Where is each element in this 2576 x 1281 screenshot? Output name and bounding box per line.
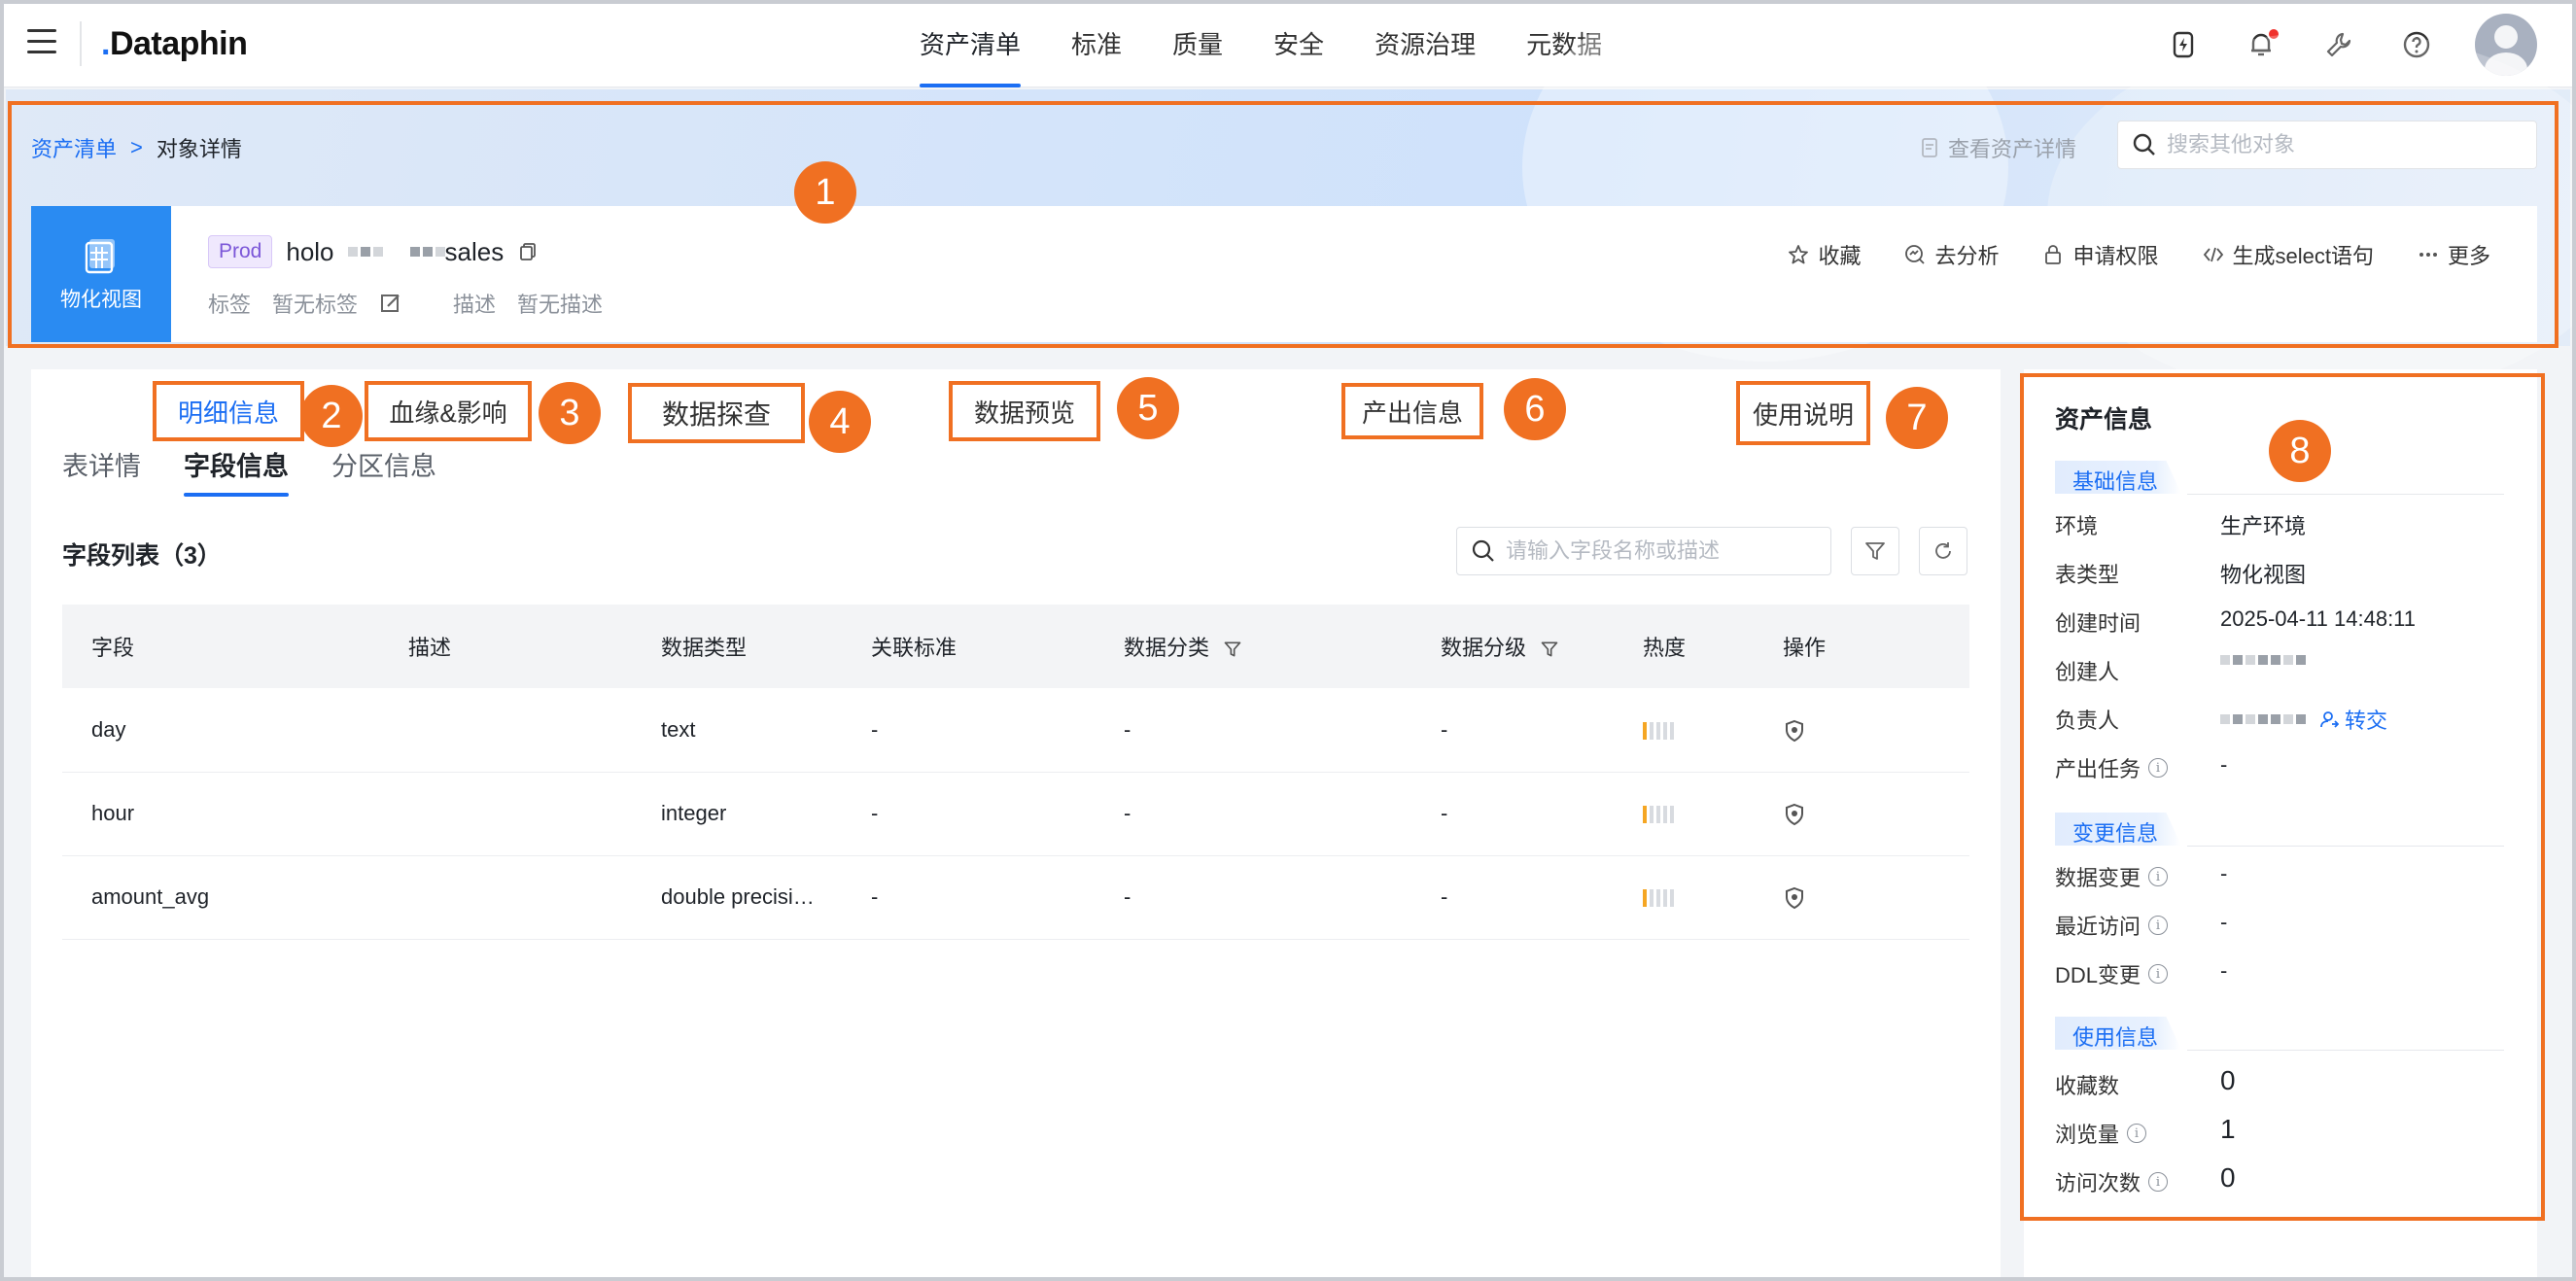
nav-divider bbox=[80, 21, 82, 66]
cell-level: - bbox=[1441, 716, 1448, 742]
cell-level: - bbox=[1441, 801, 1448, 825]
col-heat: 热度 bbox=[1643, 636, 1687, 660]
refresh-icon bbox=[1935, 542, 1951, 559]
filter-icon[interactable] bbox=[1223, 640, 1242, 659]
field-search-input[interactable] bbox=[1506, 538, 1817, 564]
heat-bar bbox=[1643, 721, 1674, 740]
cell-category: - bbox=[1124, 884, 1131, 909]
cell-heat bbox=[1614, 772, 1754, 855]
nav-tab-standard[interactable]: 标准 bbox=[1046, 0, 1147, 87]
tab-output-info[interactable]: 产出信息 bbox=[1341, 383, 1483, 439]
shield-icon[interactable] bbox=[1783, 719, 1806, 743]
heat-bar bbox=[1643, 889, 1674, 908]
col-level[interactable]: 数据分级 bbox=[1411, 605, 1614, 688]
annotation-box-header bbox=[8, 101, 2559, 348]
filter-icon[interactable] bbox=[1540, 640, 1559, 659]
cell-desc bbox=[379, 855, 632, 939]
shield-icon[interactable] bbox=[1783, 803, 1806, 826]
cell-category: - bbox=[1124, 801, 1131, 825]
tab-usage-notes[interactable]: 使用说明 bbox=[1736, 381, 1870, 445]
annotation-number: 2 bbox=[300, 385, 363, 447]
annotation-number: 4 bbox=[809, 391, 871, 453]
field-list-title: 字段列表（3） bbox=[62, 542, 222, 570]
menu-icon[interactable] bbox=[27, 29, 56, 54]
cell-standard: - bbox=[871, 716, 879, 742]
cell-standard: - bbox=[871, 801, 879, 825]
annotation-number: 7 bbox=[1886, 387, 1948, 449]
cell-type: integer bbox=[661, 801, 727, 825]
cell-desc bbox=[379, 772, 632, 855]
cell-field: day bbox=[91, 716, 126, 742]
table-header-row: 字段 描述 数据类型 关联标准 数据分类 数据分级 热度 操作 bbox=[62, 605, 1969, 688]
tab-lineage-impact[interactable]: 血缘&影响 bbox=[365, 381, 532, 441]
cell-heat bbox=[1614, 688, 1754, 772]
refresh-button[interactable] bbox=[1919, 527, 1967, 575]
logo[interactable]: .Dataphin bbox=[101, 25, 248, 63]
field-table: 字段 描述 数据类型 关联标准 数据分类 数据分级 热度 操作 day text -… bbox=[62, 605, 1969, 940]
cell-level: - bbox=[1441, 884, 1448, 909]
cell-type: double precisi… bbox=[661, 884, 815, 909]
search-icon bbox=[1472, 539, 1494, 562]
cell-action bbox=[1754, 688, 1969, 772]
tab-data-profiling[interactable]: 数据探查 bbox=[628, 383, 805, 443]
table-row[interactable]: amount_avg double precisi… - - - bbox=[62, 855, 1969, 939]
filter-icon bbox=[1865, 542, 1885, 560]
cell-desc bbox=[379, 688, 632, 772]
annotation-box-asset-info bbox=[2020, 373, 2545, 1221]
filter-button[interactable] bbox=[1851, 527, 1899, 575]
col-category[interactable]: 数据分类 bbox=[1095, 605, 1411, 688]
tab-partition-info[interactable]: 分区信息 bbox=[331, 445, 436, 497]
nav-tabs: 资产清单 标准 质量 安全 资源治理 元数据 bbox=[894, 0, 1627, 87]
table-row[interactable]: hour integer - - - bbox=[62, 772, 1969, 855]
tab-table-detail[interactable]: 表详情 bbox=[62, 445, 141, 497]
nav-tab-security[interactable]: 安全 bbox=[1248, 0, 1349, 87]
col-level-label: 数据分级 bbox=[1441, 636, 1527, 660]
col-category-label: 数据分类 bbox=[1124, 636, 1210, 660]
nav-tab-assets[interactable]: 资产清单 bbox=[894, 0, 1046, 87]
annotation-number: 5 bbox=[1117, 377, 1179, 439]
cell-standard: - bbox=[871, 884, 879, 909]
annotation-number: 8 bbox=[2269, 420, 2331, 482]
nav-tab-quality[interactable]: 质量 bbox=[1147, 0, 1248, 87]
cell-field: amount_avg bbox=[91, 884, 210, 909]
tab-field-info[interactable]: 字段信息 bbox=[184, 445, 289, 497]
nav-tab-governance[interactable]: 资源治理 bbox=[1349, 0, 1501, 87]
heat-bar bbox=[1643, 806, 1674, 824]
shield-icon[interactable] bbox=[1783, 886, 1806, 910]
tab-data-preview[interactable]: 数据预览 bbox=[949, 381, 1100, 441]
col-field: 字段 bbox=[91, 636, 135, 660]
cell-heat bbox=[1614, 855, 1754, 939]
field-search-box[interactable] bbox=[1456, 527, 1831, 575]
annotation-number: 6 bbox=[1504, 378, 1566, 440]
cell-action bbox=[1754, 855, 1969, 939]
cell-action bbox=[1754, 772, 1969, 855]
col-desc: 描述 bbox=[408, 636, 452, 660]
annotation-number: 1 bbox=[794, 161, 856, 224]
cell-field: hour bbox=[91, 801, 135, 825]
col-standard: 关联标准 bbox=[871, 636, 957, 660]
sub-tabs: 表详情 字段信息 分区信息 bbox=[62, 445, 436, 497]
tab-detail-info[interactable]: 明细信息 bbox=[153, 381, 304, 441]
annotation-number: 3 bbox=[539, 382, 601, 444]
table-row[interactable]: day text - - - bbox=[62, 688, 1969, 772]
col-type: 数据类型 bbox=[661, 636, 748, 660]
cell-category: - bbox=[1124, 716, 1131, 742]
col-action: 操作 bbox=[1783, 636, 1827, 660]
cell-type: text bbox=[661, 716, 696, 742]
